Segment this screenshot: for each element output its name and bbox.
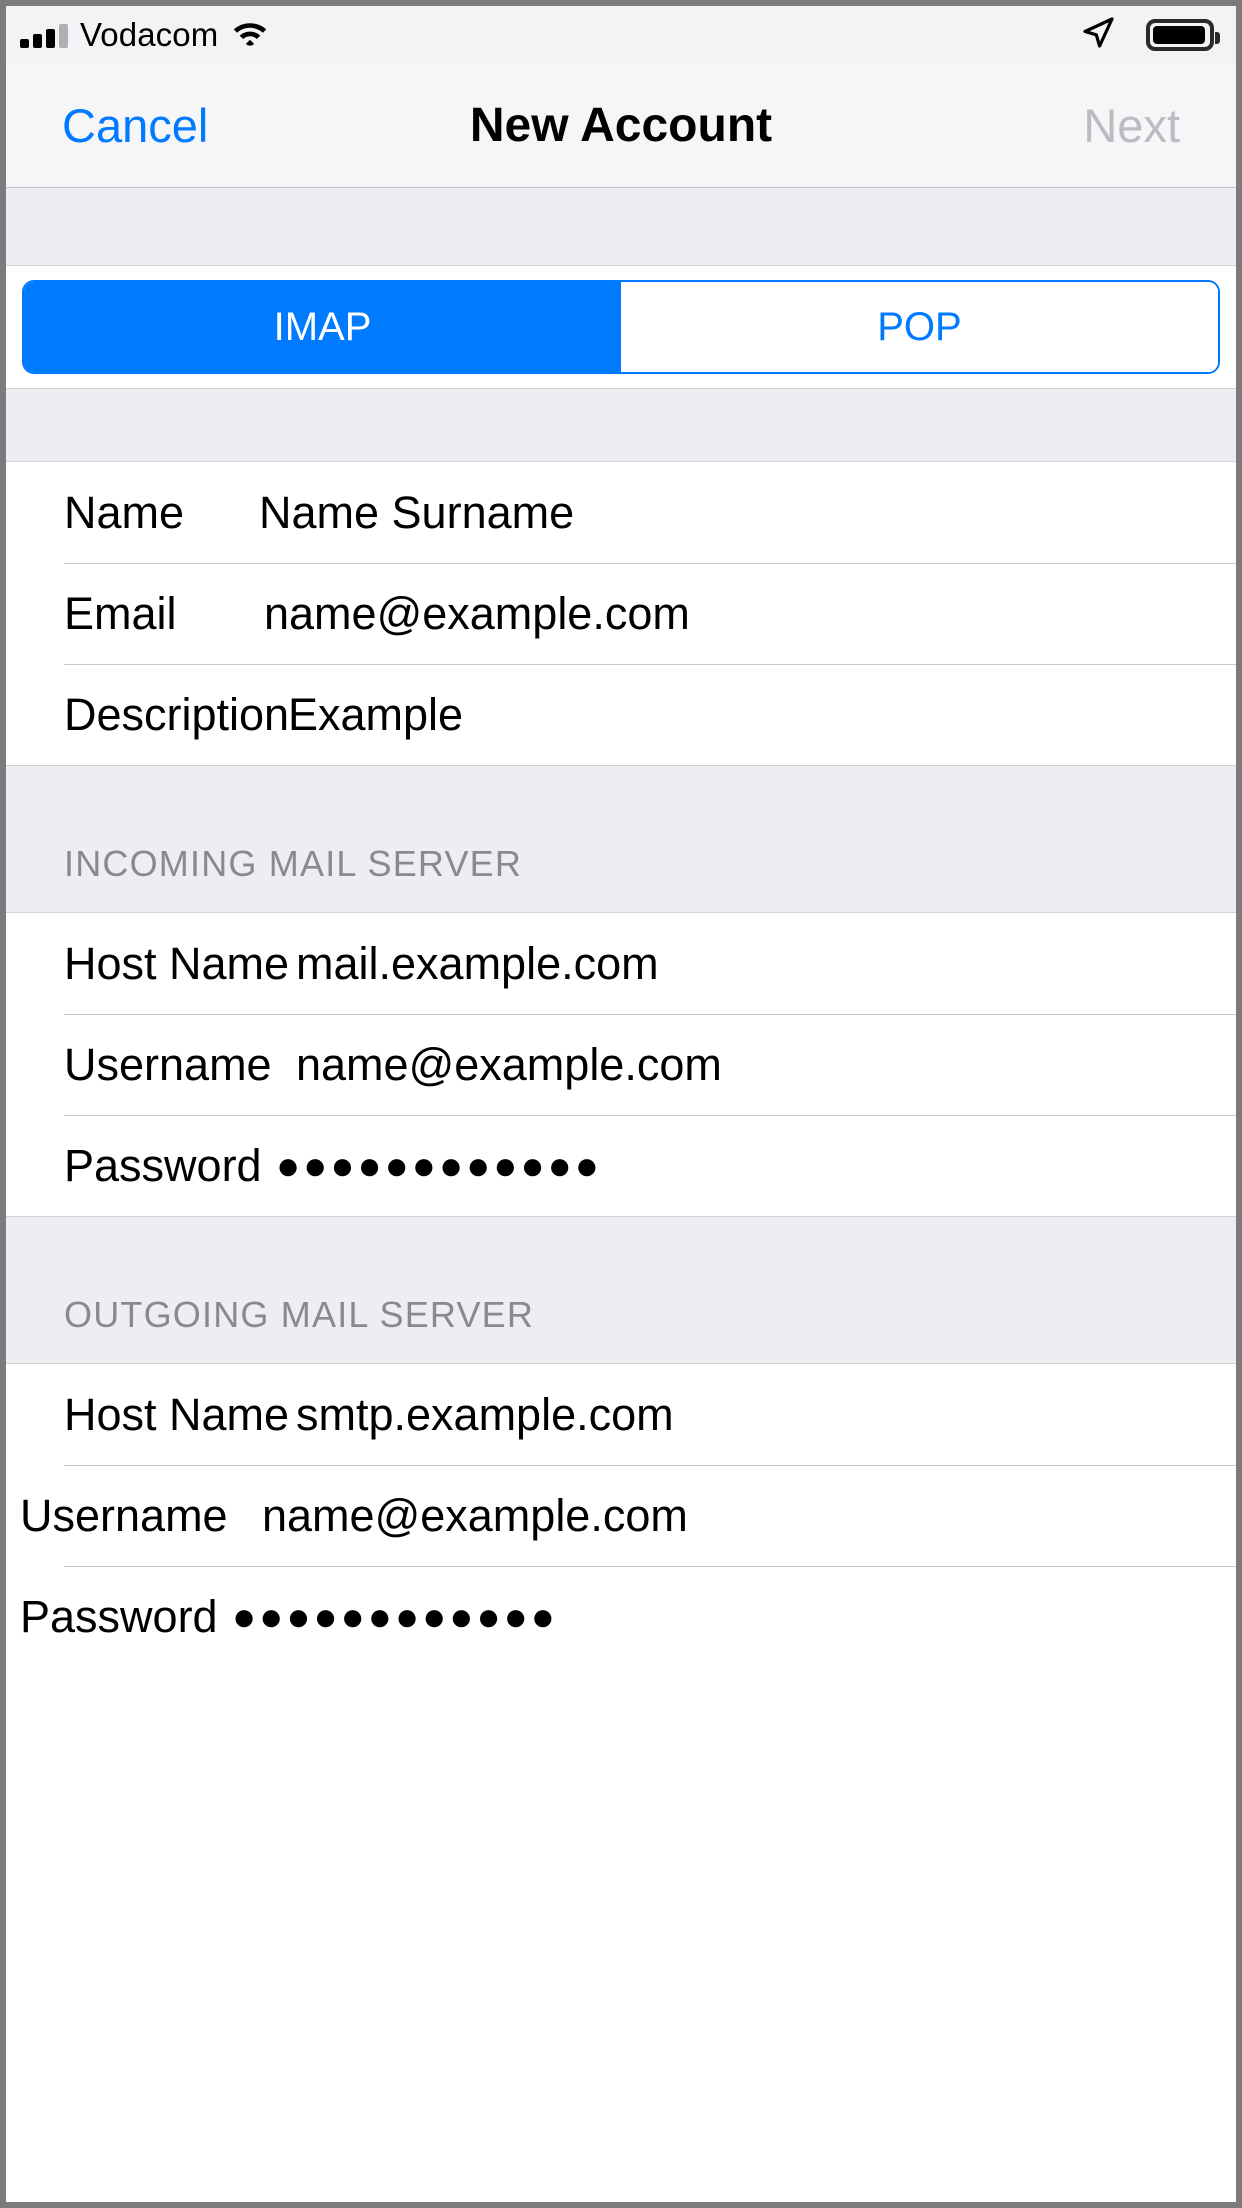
row-description[interactable]: Description Example (6, 664, 1236, 765)
row-incoming-host-name[interactable]: Host Name mail.example.com (6, 913, 1236, 1014)
navigation-bar: Cancel New Account Next (6, 64, 1236, 188)
description-input[interactable]: Example (288, 692, 463, 737)
row-name[interactable]: Name Name Surname (6, 462, 1236, 563)
outgoing-host-name-input[interactable]: smtp.example.com (296, 1392, 674, 1437)
status-bar: Vodacom (6, 6, 1236, 64)
row-incoming-username[interactable]: Username name@example.com (6, 1014, 1236, 1115)
incoming-password-input[interactable]: ●●●●●●●●●●●● (276, 1146, 602, 1186)
email-label: Email (64, 588, 177, 639)
incoming-host-name-input[interactable]: mail.example.com (296, 941, 659, 986)
outgoing-mail-server-header: OUTGOING MAIL SERVER (6, 1216, 1236, 1364)
description-label: Description (64, 689, 290, 740)
incoming-username-input[interactable]: name@example.com (296, 1042, 722, 1087)
status-bar-right (1080, 15, 1220, 56)
protocol-segmented-control[interactable]: IMAP POP (22, 280, 1220, 374)
name-label: Name (64, 487, 185, 538)
account-info-group: Name Name Surname Email name@example.com… (6, 462, 1236, 765)
row-outgoing-username[interactable]: Username name@example.com (6, 1465, 1236, 1566)
screen: Vodacom Cancel New Account Next IMAP POP… (6, 6, 1236, 2202)
outgoing-header-label: OUTGOING MAIL SERVER (64, 1294, 535, 1335)
outgoing-password-input[interactable]: ●●●●●●●●●●●● (232, 1597, 558, 1637)
outgoing-username-label: Username (20, 1490, 228, 1541)
section-spacer-account (6, 388, 1236, 462)
location-arrow-icon (1080, 15, 1116, 56)
row-outgoing-password[interactable]: Password ●●●●●●●●●●●● (6, 1566, 1236, 1667)
cellular-signal-icon (20, 22, 68, 48)
cancel-button[interactable]: Cancel (62, 102, 208, 149)
wifi-icon (232, 19, 268, 52)
outgoing-username-input[interactable]: name@example.com (262, 1493, 688, 1538)
row-email[interactable]: Email name@example.com (6, 563, 1236, 664)
incoming-password-label: Password (64, 1140, 262, 1191)
incoming-mail-server-group: Host Name mail.example.com Username name… (6, 913, 1236, 1216)
incoming-mail-server-header: INCOMING MAIL SERVER (6, 765, 1236, 913)
next-button[interactable]: Next (1083, 102, 1180, 149)
email-input[interactable]: name@example.com (264, 591, 690, 636)
status-bar-left: Vodacom (20, 18, 268, 53)
battery-icon (1146, 19, 1220, 51)
outgoing-host-name-label: Host Name (64, 1389, 290, 1440)
outgoing-mail-server-group: Host Name smtp.example.com Username name… (6, 1364, 1236, 1667)
row-outgoing-host-name[interactable]: Host Name smtp.example.com (6, 1364, 1236, 1465)
segmented-control-container: IMAP POP (6, 266, 1236, 388)
segment-pop[interactable]: POP (621, 282, 1218, 372)
top-spacer (6, 188, 1236, 266)
form-content: IMAP POP Name Name Surname Email name@ex… (6, 188, 1236, 1667)
row-incoming-password[interactable]: Password ●●●●●●●●●●●● (6, 1115, 1236, 1216)
device-frame: Vodacom Cancel New Account Next IMAP POP… (0, 0, 1242, 2208)
name-input[interactable]: Name Surname (259, 490, 574, 535)
outgoing-password-label: Password (20, 1591, 218, 1642)
segment-imap[interactable]: IMAP (24, 282, 621, 372)
carrier-label: Vodacom (80, 15, 219, 53)
incoming-username-label: Username (64, 1039, 272, 1090)
incoming-header-label: INCOMING MAIL SERVER (64, 843, 523, 884)
incoming-host-name-label: Host Name (64, 938, 290, 989)
